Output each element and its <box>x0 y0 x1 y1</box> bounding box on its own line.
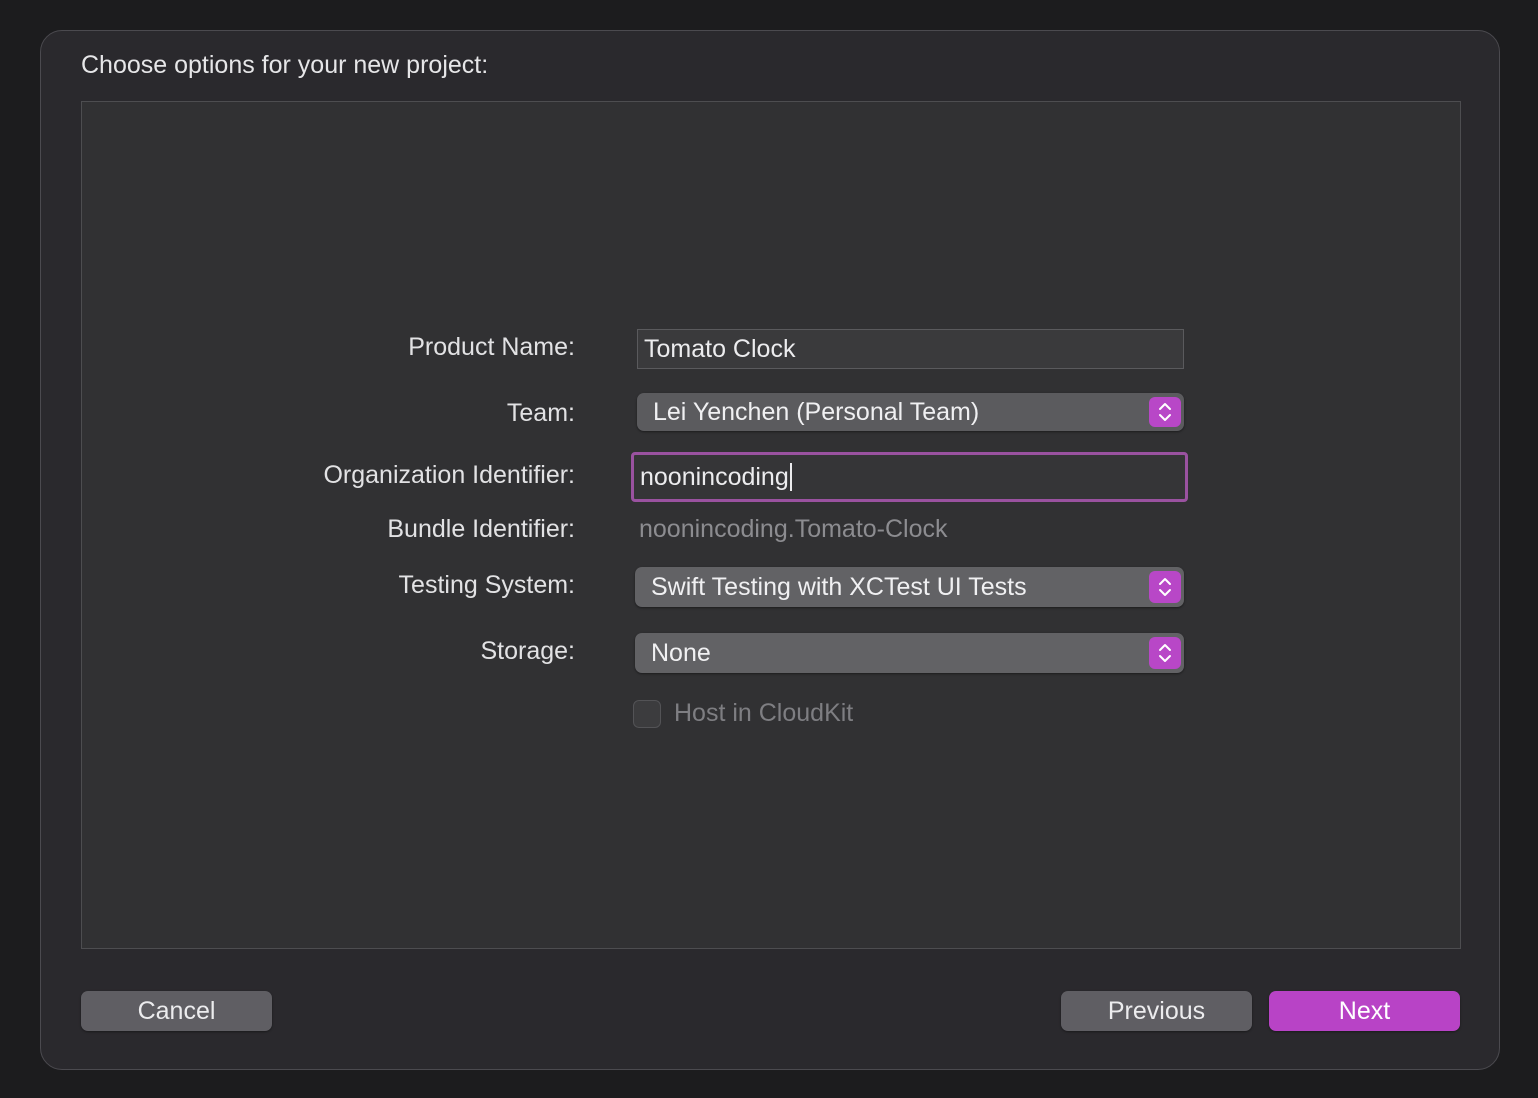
new-project-options-dialog: Choose options for your new project: Pro… <box>40 30 1500 1070</box>
bundle-identifier-value: noonincoding.Tomato-Clock <box>639 515 948 543</box>
next-button[interactable]: Next <box>1269 991 1460 1031</box>
host-in-cloudkit-checkbox[interactable] <box>633 700 661 728</box>
cancel-button[interactable]: Cancel <box>81 991 272 1031</box>
chevron-up-down-icon <box>1149 397 1181 427</box>
storage-label: Storage: <box>480 637 575 665</box>
testing-system-popup[interactable]: Swift Testing with XCTest UI Tests <box>635 567 1184 607</box>
previous-button-label: Previous <box>1107 996 1206 1025</box>
organization-identifier-field[interactable]: noonincoding <box>631 452 1188 502</box>
previous-button[interactable]: Previous <box>1061 991 1252 1031</box>
product-name-label: Product Name: <box>408 333 575 361</box>
organization-identifier-value: noonincoding <box>640 462 789 491</box>
storage-value: None <box>651 638 711 667</box>
testing-system-value: Swift Testing with XCTest UI Tests <box>651 572 1027 601</box>
storage-popup[interactable]: None <box>635 633 1184 673</box>
product-name-field[interactable]: Tomato Clock <box>637 329 1184 369</box>
team-label: Team: <box>506 399 575 427</box>
product-name-value: Tomato Clock <box>644 334 796 363</box>
dialog-title: Choose options for your new project: <box>81 51 489 79</box>
team-popup[interactable]: Lei Yenchen (Personal Team) <box>637 393 1184 431</box>
team-value: Lei Yenchen (Personal Team) <box>653 397 980 426</box>
host-in-cloudkit-label: Host in CloudKit <box>674 699 854 727</box>
text-caret <box>789 463 792 491</box>
cancel-button-label: Cancel <box>137 996 216 1025</box>
testing-system-label: Testing System: <box>398 571 575 599</box>
chevron-up-down-icon <box>1149 637 1181 669</box>
bundle-identifier-label: Bundle Identifier: <box>387 515 575 543</box>
chevron-up-down-icon <box>1149 571 1181 603</box>
organization-identifier-label: Organization Identifier: <box>323 461 575 489</box>
options-panel: Product Name: Tomato Clock Team: Lei Yen… <box>81 101 1461 949</box>
next-button-label: Next <box>1338 996 1391 1025</box>
